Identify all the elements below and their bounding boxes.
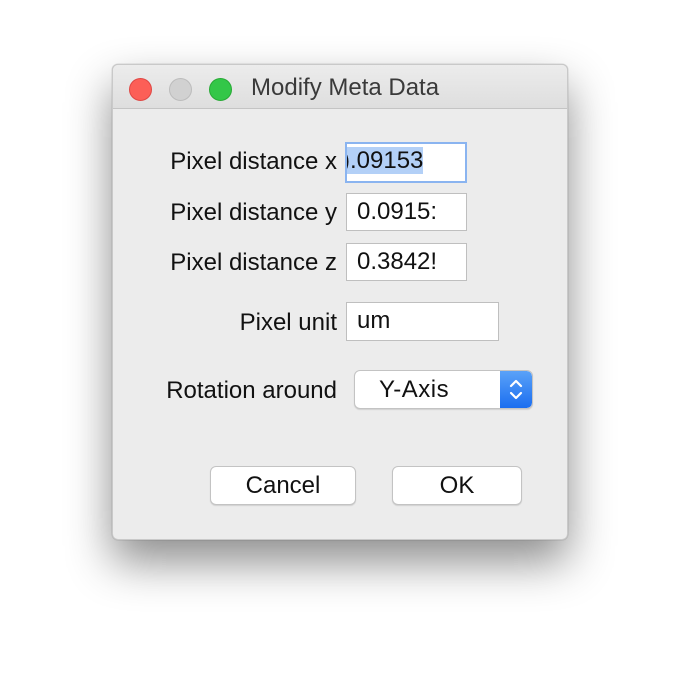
pixel-distance-z-value: 0.3842!	[357, 248, 438, 275]
rotation-axis-select[interactable]: Y-Axis	[354, 370, 533, 409]
pixel-distance-x-field[interactable]: ).09153	[345, 142, 467, 183]
zoom-window-button[interactable]	[209, 78, 232, 101]
pixel-unit-field[interactable]: um	[346, 302, 499, 341]
window-title: Modify Meta Data	[251, 74, 440, 101]
rotation-around-label: Rotation around	[166, 377, 337, 404]
pixel-unit-value: um	[357, 307, 391, 334]
rotation-axis-value: Y-Axis	[379, 376, 450, 403]
select-stepper[interactable]	[500, 371, 532, 408]
cancel-button[interactable]: Cancel	[210, 466, 356, 505]
pixel-distance-x-value: ).09153	[347, 147, 424, 174]
up-down-chevron-icon	[509, 379, 523, 400]
minimize-window-button	[169, 78, 192, 101]
title-bar[interactable]: Modify Meta Data	[113, 65, 567, 109]
pixel-distance-z-field[interactable]: 0.3842!	[346, 243, 467, 281]
pixel-unit-label: Pixel unit	[239, 309, 337, 336]
modify-meta-data-dialog: Modify Meta Data Pixel distance x ).0915…	[112, 64, 568, 540]
pixel-distance-y-field[interactable]: 0.0915:	[346, 193, 467, 231]
ok-button[interactable]: OK	[392, 466, 522, 505]
pixel-distance-z-label: Pixel distance z	[170, 249, 337, 276]
pixel-distance-y-label: Pixel distance y	[170, 199, 337, 226]
pixel-distance-y-value: 0.0915:	[357, 198, 438, 225]
close-window-button[interactable]	[129, 78, 152, 101]
pixel-distance-x-label: Pixel distance x	[170, 148, 337, 175]
